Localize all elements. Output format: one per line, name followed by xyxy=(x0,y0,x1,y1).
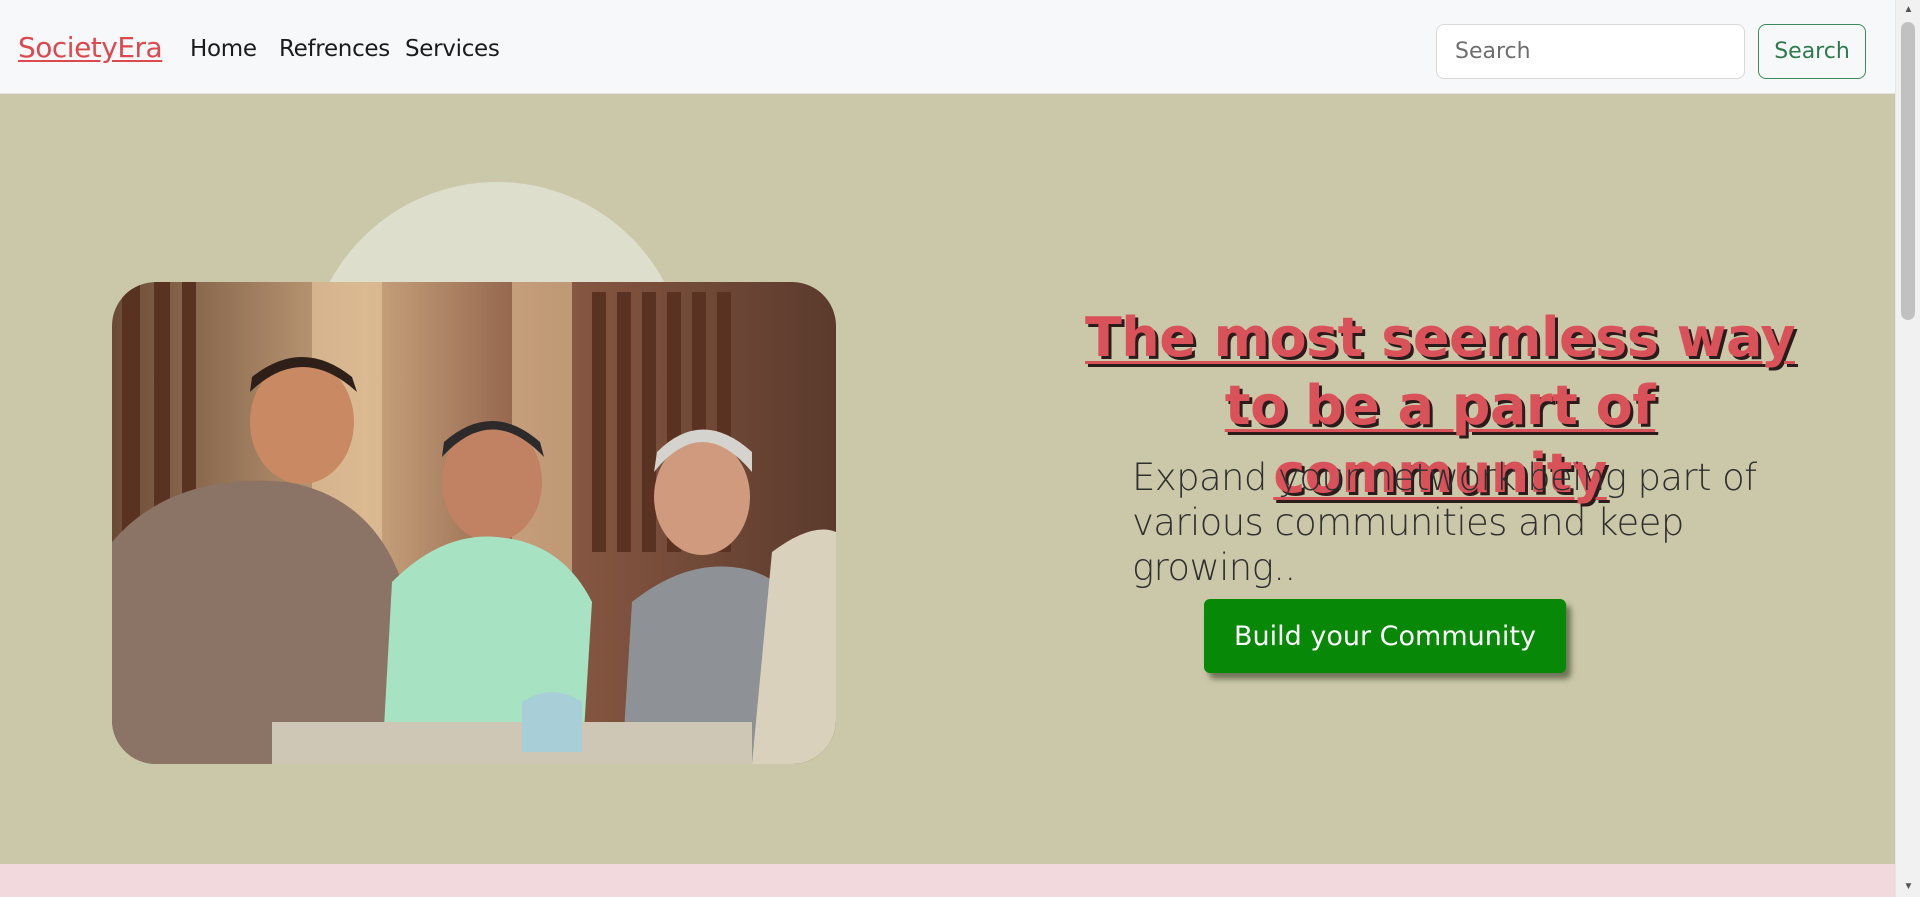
nav-link-refrences[interactable]: Refrences xyxy=(279,38,390,61)
scroll-up-arrow-icon[interactable]: ▲ xyxy=(1896,0,1920,20)
build-community-button[interactable]: Build your Community xyxy=(1204,599,1566,673)
scroll-down-arrow-icon[interactable]: ▼ xyxy=(1896,877,1920,897)
hero-image xyxy=(112,282,836,764)
navbar: SocietyEra Home Refrences Services Searc… xyxy=(0,0,1895,94)
nav-link-home[interactable]: Home xyxy=(190,38,257,61)
hero-subtext: Expand your network being part of variou… xyxy=(1132,456,1757,589)
brand-logo-link[interactable]: SocietyEra xyxy=(18,34,163,62)
search-input[interactable] xyxy=(1436,24,1745,79)
search-button[interactable]: Search xyxy=(1758,24,1866,79)
nav-link-services[interactable]: Services xyxy=(405,38,500,61)
next-section-band xyxy=(0,864,1895,897)
vertical-scrollbar[interactable]: ▲ ▼ xyxy=(1895,0,1920,897)
scroll-thumb[interactable] xyxy=(1901,22,1915,320)
